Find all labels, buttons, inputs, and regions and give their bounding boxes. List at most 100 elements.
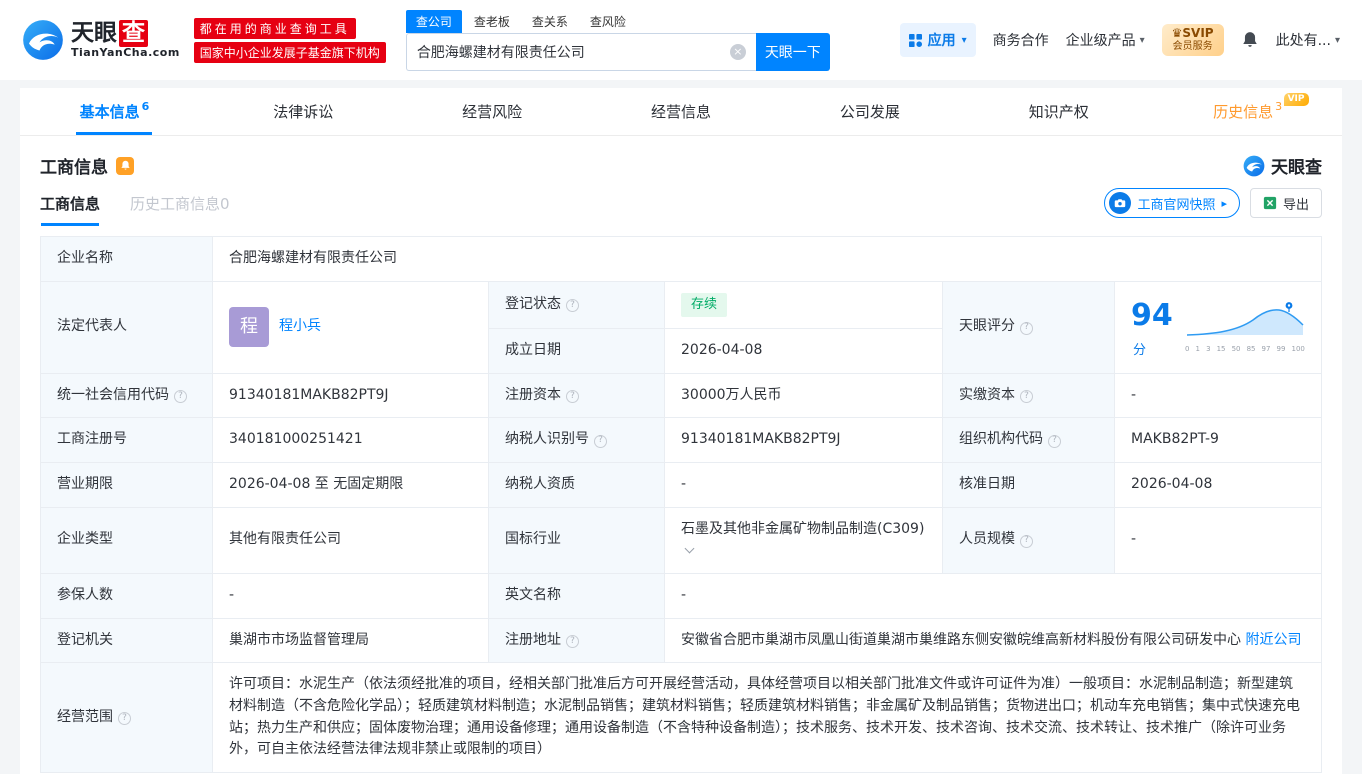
help-icon[interactable]: ? xyxy=(174,389,187,403)
business-info-table: 企业名称 合肥海螺建材有限责任公司 法定代表人 程 程小兵 登记状态? 存续 天… xyxy=(20,226,1342,774)
chevron-down-icon: ▾ xyxy=(1139,34,1145,46)
business-term-label: 营业期限 xyxy=(40,461,213,508)
help-icon[interactable]: ? xyxy=(566,299,579,313)
svip-membership-button[interactable]: ♛SVIP 会员服务 xyxy=(1161,24,1224,56)
tab-history-info[interactable]: 历史信息 3 VIP xyxy=(1153,88,1342,135)
tab-count: 6 xyxy=(141,100,150,113)
excel-icon xyxy=(1263,196,1277,210)
business-cooperation-link[interactable]: 商务合作 xyxy=(993,30,1049,50)
reg-capital-label: 注册资本? xyxy=(488,372,665,419)
subtab-business-info[interactable]: 工商信息 xyxy=(40,193,100,226)
search-tab-risk[interactable]: 查风险 xyxy=(580,10,636,33)
search-tab-relation[interactable]: 查关系 xyxy=(522,10,578,33)
staff-size-label: 人员规模? xyxy=(942,506,1115,574)
tianyancha-logo[interactable]: 天眼查 TianYanCha.com xyxy=(22,19,180,61)
search-tab-boss[interactable]: 查老板 xyxy=(464,10,520,33)
tab-intellectual-property[interactable]: 知识产权 xyxy=(964,88,1153,135)
table-row: 统一社会信用代码? 91340181MAKB82PT9J 注册资本? 30000… xyxy=(40,372,1322,419)
score-value: 94 xyxy=(1131,298,1173,333)
vip-badge: VIP xyxy=(1283,93,1309,106)
header-menu: 应用 ▾ 商务合作 企业级产品 ▾ ♛SVIP 会员服务 此处有... ▾ xyxy=(899,23,1340,57)
org-code-label: 组织机构代码? xyxy=(942,417,1115,463)
legal-rep-cell: 程 程小兵 xyxy=(212,280,489,374)
score-distribution-chart[interactable]: 0 1 3 15 50 85 97 99 100 xyxy=(1185,301,1305,353)
section-header: 工商信息 天眼查 xyxy=(20,136,1342,184)
reg-number-label: 工商注册号 xyxy=(40,417,213,463)
logo-eye-icon xyxy=(23,20,63,60)
apps-grid-icon xyxy=(908,33,922,47)
table-row: 法定代表人 程 程小兵 登记状态? 存续 天眼评分? 94分 0 1 3 15 … xyxy=(40,280,1322,374)
apps-menu[interactable]: 应用 ▾ xyxy=(899,23,976,57)
company-name-value: 合肥海螺建材有限责任公司 xyxy=(212,236,1322,282)
tab-basic-info[interactable]: 基本信息 6 xyxy=(20,88,209,135)
clear-search-icon[interactable]: × xyxy=(729,43,746,60)
table-row: 企业名称 合肥海螺建材有限责任公司 xyxy=(40,236,1322,282)
score-label: 天眼评分? xyxy=(942,280,1115,374)
reg-authority-label: 登记机关 xyxy=(40,617,213,664)
reg-number-value: 340181000251421 xyxy=(212,417,489,463)
search-tab-company[interactable]: 查公司 xyxy=(405,9,462,33)
status-badge: 存续 xyxy=(681,292,728,317)
tab-operating-info[interactable]: 经营信息 xyxy=(587,88,776,135)
table-row: 经营范围? 许可项目：水泥生产（依法须经批准的项目，经相关部门批准后方可开展经营… xyxy=(40,662,1322,774)
help-icon[interactable]: ? xyxy=(566,635,579,649)
export-button[interactable]: 导出 xyxy=(1249,188,1322,218)
reg-authority-value: 巢湖市市场监督管理局 xyxy=(212,617,489,664)
official-snapshot-button[interactable]: 工商官网快照 ▸ xyxy=(1104,188,1240,218)
logo-eye-icon xyxy=(1243,155,1265,176)
score-unit: 分 xyxy=(1133,342,1147,358)
logo-domain: TianYanCha.com xyxy=(71,45,180,59)
help-icon[interactable]: ? xyxy=(1020,534,1033,548)
taxpayer-quality-label: 纳税人资质 xyxy=(488,461,665,508)
english-name-value: - xyxy=(664,572,1322,619)
org-code-value: MAKB82PT-9 xyxy=(1114,417,1322,463)
credit-code-label: 统一社会信用代码? xyxy=(40,372,213,419)
help-icon[interactable]: ? xyxy=(594,434,607,448)
table-row: 工商注册号 340181000251421 纳税人识别号? 91340181MA… xyxy=(40,417,1322,463)
score-axis-ticks: 0 1 3 15 50 85 97 99 100 xyxy=(1185,344,1305,353)
search-input[interactable] xyxy=(416,43,730,60)
establish-date-value: 2026-04-08 xyxy=(664,327,943,374)
taxpayer-id-value: 91340181MAKB82PT9J xyxy=(664,417,943,463)
taxpayer-quality-value: - xyxy=(664,461,943,508)
staff-size-value: - xyxy=(1114,506,1322,574)
help-icon[interactable]: ? xyxy=(1020,389,1033,403)
subtab-history-business-info[interactable]: 历史工商信息0 xyxy=(130,193,230,226)
nearby-companies-link[interactable]: 附近公司 xyxy=(1245,632,1301,648)
camera-icon xyxy=(1109,192,1132,214)
tab-legal-proceedings[interactable]: 法律诉讼 xyxy=(209,88,398,135)
chevron-down-icon: ▾ xyxy=(961,34,967,46)
monitor-bell-icon[interactable] xyxy=(116,156,134,175)
header-slogan: 都在用的商业查询工具 国家中小企业发展子基金旗下机构 xyxy=(193,17,386,63)
company-nav-tabs: 基本信息 6 法律诉讼 经营风险 经营信息 公司发展 知识产权 历史信息 3 VIP xyxy=(20,88,1342,136)
legal-rep-avatar[interactable]: 程 xyxy=(229,307,269,348)
reg-address-value: 安徽省合肥市巢湖市凤凰山街道巢湖市巢维路东侧安徽皖维高新材料股份有限公司研发中心… xyxy=(664,617,1322,664)
paid-capital-value: - xyxy=(1114,372,1322,419)
score-cell: 94分 01 3 15 50 85 97 99 100 xyxy=(1114,280,1322,374)
search-button[interactable]: 天眼一下 xyxy=(755,32,830,71)
industry-value: 石墨及其他非金属矿物制品制造(C309) xyxy=(664,506,943,574)
tab-company-development[interactable]: 公司发展 xyxy=(775,88,964,135)
english-name-label: 英文名称 xyxy=(488,572,665,619)
arrow-right-icon: ▸ xyxy=(1221,196,1227,210)
industry-label: 国标行业 xyxy=(488,506,665,574)
chevron-down-icon[interactable] xyxy=(684,543,695,554)
tab-operating-risk[interactable]: 经营风险 xyxy=(398,88,587,135)
user-account-menu[interactable]: 此处有... ▾ xyxy=(1276,30,1340,50)
help-icon[interactable]: ? xyxy=(1020,321,1033,335)
table-row: 登记机关 巢湖市市场监督管理局 注册地址? 安徽省合肥市巢湖市凤凰山街道巢湖市巢… xyxy=(40,617,1322,664)
notifications-bell-icon[interactable] xyxy=(1241,31,1259,49)
legal-rep-link[interactable]: 程小兵 xyxy=(279,316,321,338)
search-area: 查公司 查老板 查关系 查风险 × 天眼一下 xyxy=(405,9,830,71)
logo-wordmark: 天眼查 xyxy=(71,20,180,47)
taxpayer-id-label: 纳税人识别号? xyxy=(488,417,665,463)
help-icon[interactable]: ? xyxy=(1048,434,1061,448)
reg-capital-value: 30000万人民币 xyxy=(664,372,943,419)
chevron-down-icon: ▾ xyxy=(1334,34,1340,46)
search-type-tabs: 查公司 查老板 查关系 查风险 xyxy=(405,9,830,33)
business-term-value: 2026-04-08 至 无固定期限 xyxy=(212,461,489,508)
help-icon[interactable]: ? xyxy=(566,389,579,403)
enterprise-products-menu[interactable]: 企业级产品 ▾ xyxy=(1066,30,1145,50)
help-icon[interactable]: ? xyxy=(118,712,131,726)
subtab-row: 工商信息 历史工商信息0 工商官网快照 ▸ 导出 xyxy=(20,184,1342,226)
